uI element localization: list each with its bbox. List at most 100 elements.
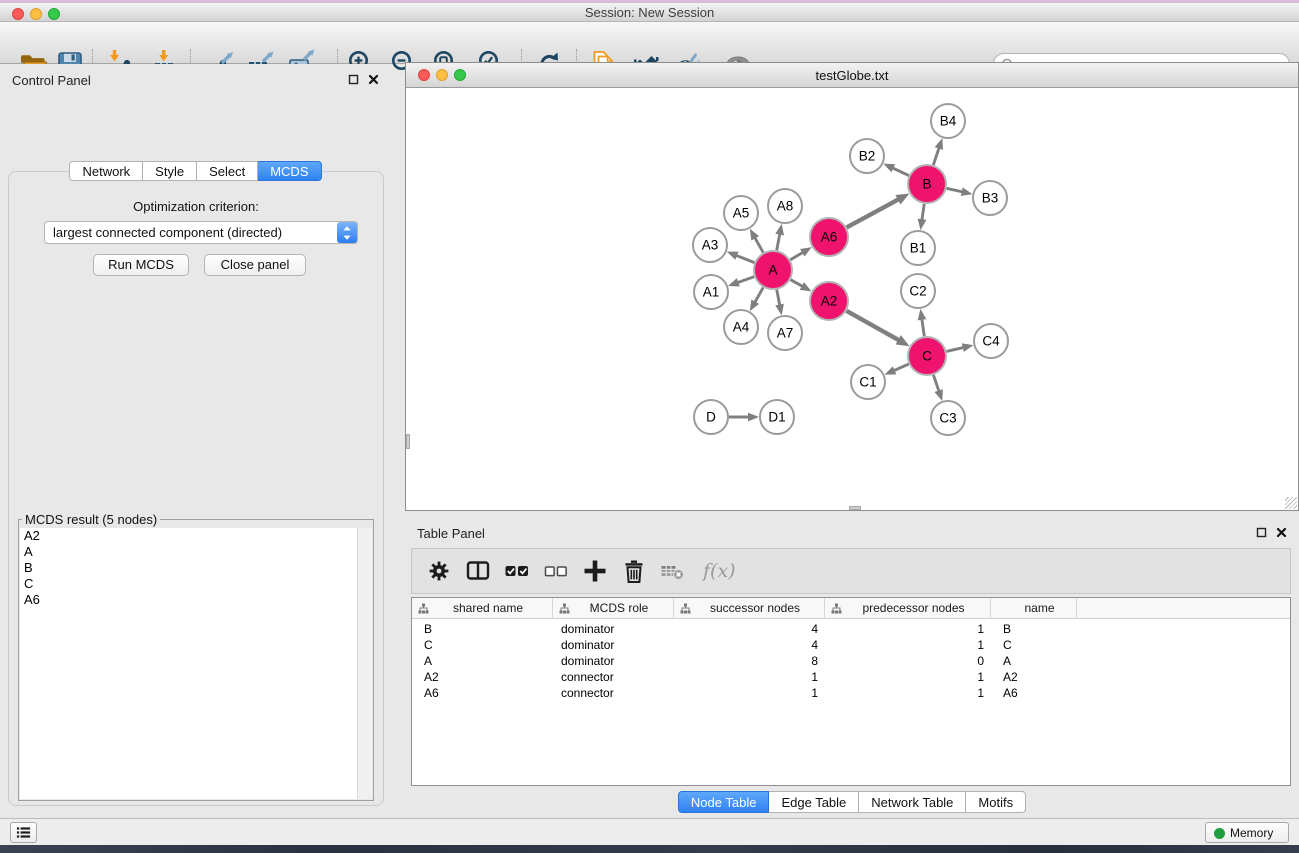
create-column-icon[interactable]: [582, 558, 608, 584]
column-header-predecessor-nodes[interactable]: predecessor nodes: [825, 598, 991, 618]
cell[interactable]: C: [991, 638, 1077, 652]
tab-style[interactable]: Style: [143, 161, 197, 181]
tab-mcds[interactable]: MCDS: [258, 161, 321, 181]
canvas-hscroll-nub[interactable]: [849, 506, 861, 510]
graph-node-B1[interactable]: B1: [901, 231, 935, 265]
column-header-MCDS-role[interactable]: MCDS role: [553, 598, 674, 618]
edge-arrow-icon: [935, 389, 943, 401]
table-row-C[interactable]: Cdominator41C: [412, 638, 1290, 654]
column-header-name[interactable]: name: [991, 598, 1077, 618]
column-header-shared-name[interactable]: shared name: [412, 598, 553, 618]
table-row-B[interactable]: Bdominator41B: [412, 622, 1290, 638]
graph-node-C1[interactable]: C1: [851, 365, 885, 399]
graph-node-C[interactable]: C: [908, 337, 946, 375]
cell[interactable]: 1: [825, 670, 991, 684]
cell[interactable]: A2: [991, 670, 1077, 684]
cell[interactable]: 1: [674, 670, 825, 684]
graph-node-C3[interactable]: C3: [931, 401, 965, 435]
cell[interactable]: 1: [825, 622, 991, 636]
cell[interactable]: 0: [825, 654, 991, 668]
cell[interactable]: C: [412, 638, 553, 652]
graph-node-B2[interactable]: B2: [850, 139, 884, 173]
edge-arrow-icon: [728, 278, 740, 286]
tab-node-table[interactable]: Node Table: [678, 791, 770, 813]
memory-button[interactable]: Memory: [1205, 822, 1289, 843]
graph-node-A2[interactable]: A2: [810, 282, 848, 320]
graph-node-C2[interactable]: C2: [901, 274, 935, 308]
tab-select[interactable]: Select: [197, 161, 258, 181]
network-canvas[interactable]: B4 B2 B B3 B1 A5 A8A6 A3 A A1 A2 C2 A4 A7 C C4 C1 C3 D D1: [406, 89, 1298, 510]
result-item[interactable]: A: [20, 544, 357, 560]
graph-node-A5[interactable]: A5: [724, 196, 758, 230]
cell[interactable]: A6: [412, 686, 553, 700]
cell[interactable]: A: [991, 654, 1077, 668]
cell[interactable]: dominator: [553, 654, 674, 668]
cell[interactable]: A: [412, 654, 553, 668]
close-panel-button[interactable]: Close panel: [204, 254, 306, 276]
graph-node-D[interactable]: D: [694, 400, 728, 434]
close-panel-icon[interactable]: [368, 74, 379, 85]
result-scrollbar[interactable]: [357, 528, 372, 799]
cell[interactable]: dominator: [553, 622, 674, 636]
network-graph[interactable]: B4 B2 B B3 B1 A5 A8A6 A3 A A1 A2 C2 A4 A7 C C4 C1 C3 D D1: [406, 89, 1298, 512]
graph-node-B4[interactable]: B4: [931, 104, 965, 138]
cell[interactable]: A6: [991, 686, 1077, 700]
criterion-dropdown[interactable]: largest connected component (directed): [44, 221, 358, 244]
cell[interactable]: 1: [674, 686, 825, 700]
cell[interactable]: 8: [674, 654, 825, 668]
cell[interactable]: A2: [412, 670, 553, 684]
column-label: predecessor nodes: [839, 601, 988, 615]
task-history-button[interactable]: [10, 822, 37, 843]
close-table-panel-icon[interactable]: [1276, 527, 1287, 538]
canvas-vscroll-nub[interactable]: [406, 434, 410, 449]
cell[interactable]: B: [991, 622, 1077, 636]
graph-node-B[interactable]: B: [908, 165, 946, 203]
graph-node-A7[interactable]: A7: [768, 316, 802, 350]
graph-node-A1[interactable]: A1: [694, 275, 728, 309]
tab-motifs[interactable]: Motifs: [966, 791, 1026, 813]
graph-node-A3[interactable]: A3: [693, 228, 727, 262]
graph-node-A[interactable]: A: [754, 251, 792, 289]
result-item[interactable]: C: [20, 576, 357, 592]
column-label: name: [1005, 601, 1074, 615]
table-row-A2[interactable]: A2connector11A2: [412, 670, 1290, 686]
float-table-panel-icon[interactable]: [1256, 527, 1267, 538]
cell[interactable]: 4: [674, 622, 825, 636]
cell[interactable]: B: [412, 622, 553, 636]
tab-network-table[interactable]: Network Table: [859, 791, 966, 813]
table-panel: Table Panel: [405, 518, 1299, 816]
cell[interactable]: connector: [553, 670, 674, 684]
graph-node-A4[interactable]: A4: [724, 310, 758, 344]
graph-node-A8[interactable]: A8: [768, 189, 802, 223]
run-mcds-button[interactable]: Run MCDS: [93, 254, 189, 276]
cell[interactable]: 4: [674, 638, 825, 652]
control-panel: Control Panel NetworkStyleSelectMCDS Opt…: [0, 64, 391, 818]
table-row-A6[interactable]: A6connector11A6: [412, 686, 1290, 702]
clear-all-checkboxes-icon[interactable]: [543, 558, 569, 584]
graph-node-D1[interactable]: D1: [760, 400, 794, 434]
show-column-icon[interactable]: [465, 558, 491, 584]
tab-network[interactable]: Network: [69, 161, 143, 181]
graph-node-A6[interactable]: A6: [810, 218, 848, 256]
select-all-checkboxes-icon[interactable]: [504, 558, 530, 584]
graph-node-B3[interactable]: B3: [973, 181, 1007, 215]
tab-edge-table[interactable]: Edge Table: [769, 791, 859, 813]
delete-columns-icon[interactable]: [621, 558, 647, 584]
table-settings-icon[interactable]: [426, 558, 452, 584]
result-item[interactable]: A2: [20, 528, 357, 544]
edge-arrow-icon: [884, 366, 896, 374]
network-window-titlebar[interactable]: testGlobe.txt: [406, 63, 1298, 88]
column-header-successor-nodes[interactable]: successor nodes: [674, 598, 825, 618]
cell[interactable]: 1: [825, 686, 991, 700]
function-builder-icon[interactable]: f(x): [699, 560, 736, 582]
resize-grip[interactable]: [1285, 497, 1297, 509]
result-item[interactable]: B: [20, 560, 357, 576]
cell[interactable]: connector: [553, 686, 674, 700]
graph-node-C4[interactable]: C4: [974, 324, 1008, 358]
table-row-A[interactable]: Adominator80A: [412, 654, 1290, 670]
float-panel-icon[interactable]: [348, 74, 359, 85]
result-item[interactable]: A6: [20, 592, 357, 608]
delete-table-icon[interactable]: [660, 558, 686, 584]
cell[interactable]: dominator: [553, 638, 674, 652]
cell[interactable]: 1: [825, 638, 991, 652]
